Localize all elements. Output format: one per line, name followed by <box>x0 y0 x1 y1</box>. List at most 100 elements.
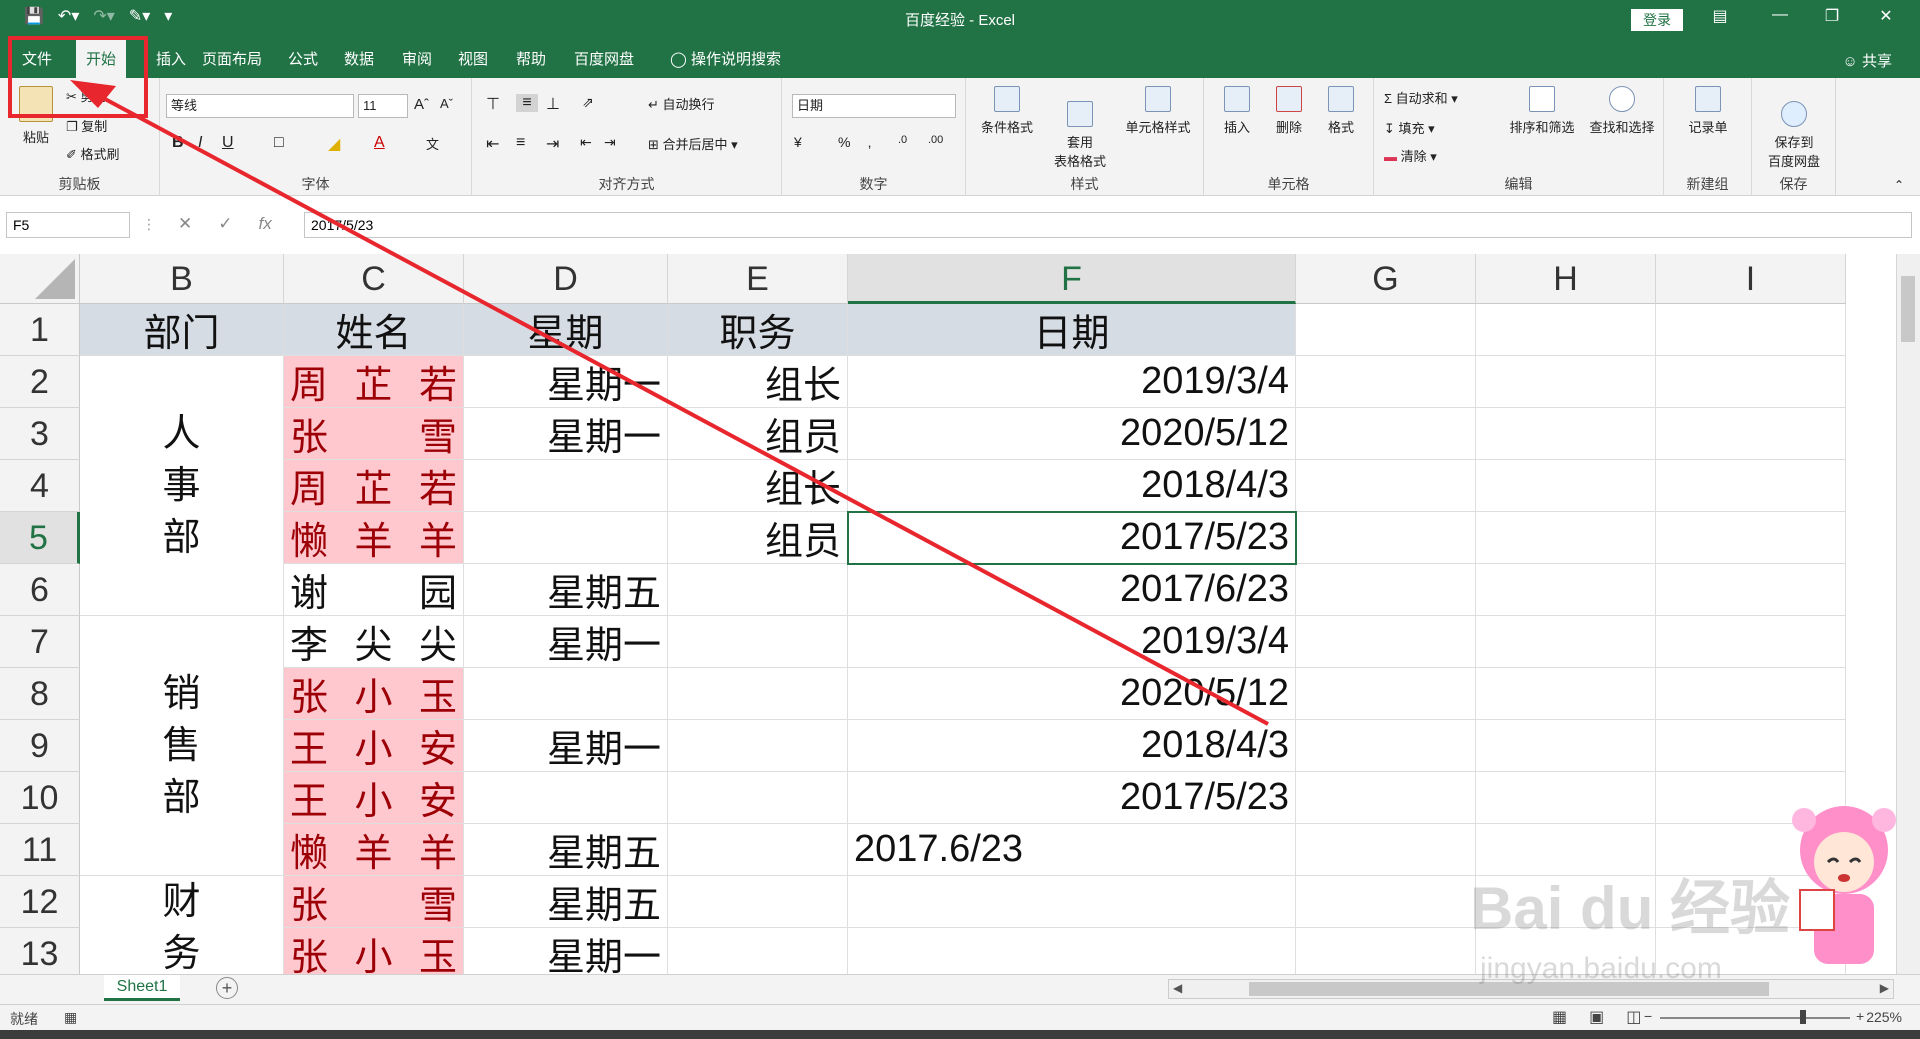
sort-filter-button[interactable]: 排序和筛选 <box>1504 86 1580 136</box>
empty-cell[interactable] <box>1656 512 1846 564</box>
zoom-slider[interactable] <box>1660 1017 1850 1019</box>
fill-color-icon[interactable]: ◢ <box>328 134 340 154</box>
empty-cell[interactable] <box>1296 928 1476 974</box>
row-header-8[interactable]: 8 <box>0 668 80 720</box>
name-box[interactable]: F5 <box>6 212 130 238</box>
empty-cell[interactable] <box>1656 616 1846 668</box>
name-cell[interactable]: 懒羊羊 <box>284 512 464 564</box>
align-middle-icon[interactable]: ≡ <box>516 94 538 112</box>
tab-review[interactable]: 审阅 <box>392 38 442 78</box>
sheet-tab-sheet1[interactable]: Sheet1 <box>104 975 180 1001</box>
page-break-view-icon[interactable]: ◫ <box>1626 1007 1641 1027</box>
fx-icon[interactable]: fx <box>259 214 272 234</box>
empty-cell[interactable] <box>1296 408 1476 460</box>
tab-view[interactable]: 视图 <box>448 38 498 78</box>
align-center-icon[interactable]: ≡ <box>516 134 525 152</box>
grow-font-icon[interactable]: Aˆ <box>414 96 429 113</box>
record-form-button[interactable]: 记录单 <box>1680 86 1736 136</box>
header-cell-E[interactable]: 职务 <box>668 304 848 356</box>
vertical-scroll-thumb[interactable] <box>1901 276 1915 342</box>
tab-insert[interactable]: 插入 <box>146 38 196 78</box>
row-header-11[interactable]: 11 <box>0 824 80 876</box>
name-cell[interactable]: 谢园 <box>284 564 464 616</box>
font-color-icon[interactable]: A <box>374 134 385 152</box>
tab-home[interactable]: 开始 <box>76 38 127 78</box>
empty-cell[interactable] <box>1656 720 1846 772</box>
column-header-F[interactable]: F <box>848 254 1296 304</box>
increase-decimal-icon[interactable]: .0 <box>898 134 907 146</box>
copy-button[interactable]: ❐ 复制 <box>66 116 107 135</box>
empty-cell[interactable] <box>1296 720 1476 772</box>
title-cell[interactable] <box>668 616 848 668</box>
header-cell-D[interactable]: 星期 <box>464 304 668 356</box>
empty-cell[interactable] <box>1476 460 1656 512</box>
fill-button[interactable]: ↧ 填充 ▾ <box>1384 118 1435 137</box>
column-header-B[interactable]: B <box>80 254 284 304</box>
weekday-cell[interactable]: 星期一 <box>464 616 668 668</box>
ribbon-display-icon[interactable]: ▤ <box>1706 6 1734 26</box>
name-cell[interactable]: 张小玉 <box>284 668 464 720</box>
add-sheet-icon[interactable]: + <box>216 977 238 999</box>
insert-cells-button[interactable]: 插入 <box>1216 86 1258 136</box>
tell-me-search[interactable]: ◯ 操作说明搜索 <box>660 38 791 78</box>
minimize-icon[interactable]: — <box>1766 6 1794 24</box>
collapse-ribbon-icon[interactable]: ⌃ <box>1894 178 1904 192</box>
name-cell[interactable]: 王小安 <box>284 772 464 824</box>
font-name-combo[interactable]: 等线 <box>166 94 354 118</box>
name-cell[interactable]: 懒羊羊 <box>284 824 464 876</box>
share-button[interactable]: ☺ 共享 <box>1843 50 1893 71</box>
cut-button[interactable]: ✂ 剪切 <box>66 86 107 105</box>
normal-view-icon[interactable]: ▦ <box>1552 1007 1567 1027</box>
scroll-right-icon[interactable]: ▶ <box>1880 981 1889 995</box>
weekday-cell[interactable]: 星期一 <box>464 356 668 408</box>
name-cell[interactable]: 周芷若 <box>284 356 464 408</box>
title-cell[interactable]: 组员 <box>668 512 848 564</box>
empty-cell[interactable] <box>1296 616 1476 668</box>
empty-cell[interactable] <box>1656 668 1846 720</box>
empty-cell[interactable] <box>1656 564 1846 616</box>
bold-button[interactable]: B <box>172 134 184 152</box>
column-header-D[interactable]: D <box>464 254 668 304</box>
phonetic-icon[interactable]: 文 <box>426 134 439 153</box>
delete-cells-button[interactable]: 删除 <box>1268 86 1310 136</box>
empty-cell[interactable] <box>1656 356 1846 408</box>
row-header-7[interactable]: 7 <box>0 616 80 668</box>
empty-cell[interactable] <box>1296 824 1476 876</box>
tab-page-layout[interactable]: 页面布局 <box>192 38 272 78</box>
title-cell[interactable] <box>668 720 848 772</box>
name-cell[interactable]: 李尖尖 <box>284 616 464 668</box>
shrink-font-icon[interactable]: Aˇ <box>440 96 453 111</box>
zoom-slider-knob[interactable] <box>1800 1010 1806 1024</box>
decrease-decimal-icon[interactable]: .00 <box>928 134 943 146</box>
orientation-icon[interactable]: ⇗ <box>582 94 594 111</box>
weekday-cell[interactable]: 星期五 <box>464 564 668 616</box>
cell-H1[interactable] <box>1476 304 1656 356</box>
row-header-12[interactable]: 12 <box>0 876 80 928</box>
weekday-cell[interactable]: 星期一 <box>464 928 668 974</box>
find-select-button[interactable]: 查找和选择 <box>1584 86 1660 136</box>
header-cell-B[interactable]: 部门 <box>80 304 284 356</box>
date-cell[interactable]: 2017/6/23 <box>848 564 1296 616</box>
cell-I1[interactable] <box>1656 304 1846 356</box>
title-cell[interactable]: 组长 <box>668 460 848 512</box>
name-cell[interactable]: 周芷若 <box>284 460 464 512</box>
enter-icon[interactable]: ✓ <box>218 214 232 234</box>
weekday-cell[interactable]: 星期一 <box>464 720 668 772</box>
percent-button[interactable]: % <box>838 134 850 150</box>
number-format-combo[interactable]: 日期 <box>792 94 956 118</box>
column-header-G[interactable]: G <box>1296 254 1476 304</box>
page-layout-view-icon[interactable]: ▣ <box>1589 1007 1604 1027</box>
macro-record-icon[interactable]: ▦ <box>64 1009 77 1026</box>
date-cell[interactable]: 2017/5/23 <box>848 772 1296 824</box>
date-cell[interactable]: 2019/3/4 <box>848 616 1296 668</box>
decrease-indent-icon[interactable]: ⇤ <box>580 134 592 151</box>
empty-cell[interactable] <box>1296 564 1476 616</box>
autosum-button[interactable]: Σ 自动求和 ▾ <box>1384 88 1458 107</box>
restore-icon[interactable]: ❐ <box>1818 6 1846 26</box>
row-header-5[interactable]: 5 <box>0 512 80 564</box>
weekday-cell[interactable] <box>464 460 668 512</box>
date-cell[interactable] <box>848 928 1296 974</box>
title-cell[interactable] <box>668 668 848 720</box>
date-cell[interactable] <box>848 876 1296 928</box>
empty-cell[interactable] <box>1476 512 1656 564</box>
